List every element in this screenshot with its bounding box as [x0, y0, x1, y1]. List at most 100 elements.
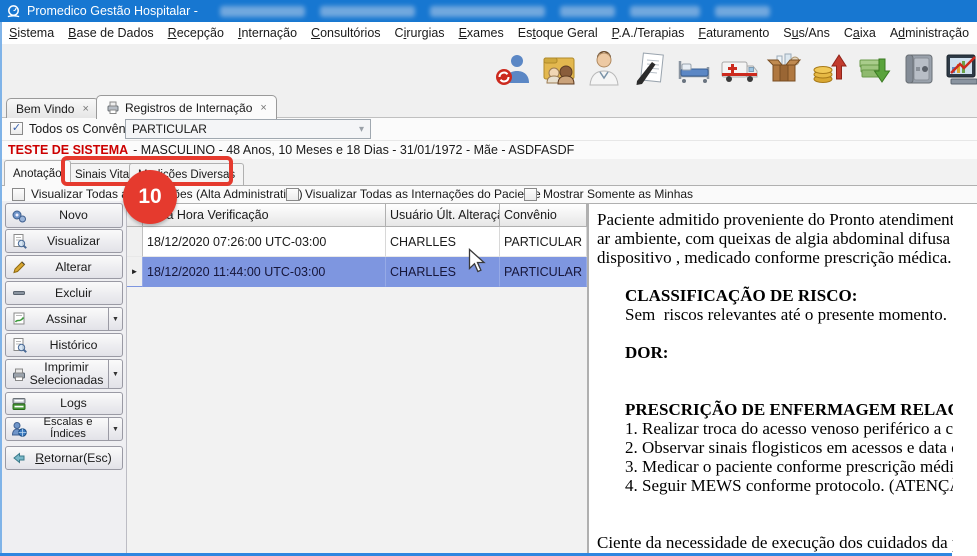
patient-details: - MASCULINO - 48 Anos, 10 Meses e 18 Dia…: [133, 143, 574, 157]
table-row[interactable]: 18/12/2020 07:26:00 UTC-03:00 CHARLLES P…: [127, 227, 587, 257]
doc-line: 1. Realizar troca do acesso venoso perif…: [597, 419, 953, 438]
split-arrow-icon[interactable]: ▼: [108, 418, 122, 440]
patient-name: TESTE DE SISTEMA: [8, 143, 128, 157]
menu-item-pa-terapias[interactable]: P.A./Terapias: [605, 26, 692, 40]
close-icon[interactable]: ×: [260, 102, 266, 114]
tab-bem-vindo[interactable]: Bem Vindo ×: [6, 98, 99, 118]
menu-item-sus-ans[interactable]: Sus/Ans: [776, 26, 837, 40]
doc-line: [597, 267, 953, 286]
row-gutter: [127, 227, 143, 257]
menu-item-sistema[interactable]: Sistema: [2, 26, 61, 40]
menu-item-exames[interactable]: Exames: [452, 26, 511, 40]
document-tab-strip: Bem Vindo × Registros de Internação ×: [0, 95, 977, 118]
prescription-icon[interactable]: [629, 49, 669, 89]
menu-item-administracao[interactable]: Administração: [883, 26, 976, 40]
document-search-icon: [9, 233, 29, 249]
annotation-step-badge: 10: [123, 170, 177, 224]
novo-button[interactable]: Novo: [5, 203, 123, 228]
split-arrow-icon[interactable]: ▼: [108, 360, 122, 388]
terminal-icon[interactable]: [944, 49, 977, 89]
window-title: Promedico Gestão Hospitalar -: [27, 4, 198, 18]
menu-item-consultorios[interactable]: Consultórios: [304, 26, 387, 40]
redacted-title-text: [220, 6, 770, 17]
pencil-icon: [9, 259, 29, 275]
scales-person-icon: [9, 421, 29, 437]
alterar-button[interactable]: Alterar: [5, 255, 123, 279]
retornar-button[interactable]: Retornar(Esc): [5, 446, 123, 470]
doc-line: 4. Seguir MEWS conforme protocolo. (ATEN…: [597, 476, 953, 495]
app-logo-icon: [6, 4, 21, 19]
close-icon[interactable]: ×: [82, 103, 88, 115]
patient-info-bar: TESTE DE SISTEMA - MASCULINO - 48 Anos, …: [0, 140, 977, 159]
printer-icon: [9, 366, 29, 382]
current-row-marker-icon: ►: [131, 267, 139, 276]
column-header-agreement[interactable]: Convênio: [500, 204, 587, 226]
option-only-mine[interactable]: Mostrar Somente as Minhas: [524, 187, 693, 201]
safe-icon[interactable]: [899, 49, 939, 89]
doctor-icon[interactable]: [584, 49, 624, 89]
window-left-border: [0, 22, 2, 556]
imprimir-selecionadas-button[interactable]: Imprimir Selecionadas ▼: [5, 359, 123, 389]
doc-line: [597, 362, 953, 381]
doc-line: Paciente admitido proveniente do Pronto …: [597, 210, 953, 229]
historico-button[interactable]: Histórico: [5, 333, 123, 357]
history-icon: [9, 337, 29, 353]
table-row-selected[interactable]: ► 18/12/2020 11:44:00 UTC-03:00 CHARLLES…: [127, 257, 587, 287]
cell-user[interactable]: CHARLLES: [386, 257, 500, 287]
table-header: Data Hora Verificação Usuário Últ. Alter…: [127, 203, 587, 227]
printer-icon: [106, 101, 120, 114]
supplies-box-icon[interactable]: [764, 49, 804, 89]
patients-folder-icon[interactable]: [539, 49, 579, 89]
promedico-window: Promedico Gestão Hospitalar - Sistema Ba…: [0, 0, 977, 556]
gears-icon: [9, 208, 29, 224]
users-sync-icon[interactable]: [494, 49, 534, 89]
column-header-datetime[interactable]: Data Hora Verificação: [143, 204, 386, 226]
row-gutter: ►: [127, 257, 143, 287]
cell-datetime[interactable]: 18/12/2020 07:26:00 UTC-03:00: [143, 227, 386, 257]
doc-line: [597, 324, 953, 343]
menu-bar: Sistema Base de Dados Recepção Internaçã…: [2, 22, 977, 44]
evolution-text-panel[interactable]: Paciente admitido proveniente do Pronto …: [588, 203, 977, 553]
agreement-dropdown[interactable]: PARTICULAR ▾: [125, 119, 371, 139]
menu-item-cirurgias[interactable]: Cirurgias: [388, 26, 452, 40]
menu-item-base-de-dados[interactable]: Base de Dados: [61, 26, 160, 40]
excluir-button[interactable]: Excluir: [5, 281, 123, 305]
all-agreements-checkbox[interactable]: ✓: [10, 122, 23, 135]
cell-agreement[interactable]: PARTICULAR: [500, 257, 587, 287]
doc-line: Ciente da necessidade de execução dos cu…: [597, 533, 953, 552]
menu-item-caixa[interactable]: Caixa: [837, 26, 883, 40]
title-bar: Promedico Gestão Hospitalar -: [0, 0, 977, 22]
split-arrow-icon[interactable]: ▼: [108, 308, 122, 330]
menu-item-internacao[interactable]: Internação: [231, 26, 304, 40]
signature-icon: [9, 311, 29, 327]
money-out-icon[interactable]: [854, 49, 894, 89]
assinar-button[interactable]: Assinar ▼: [5, 307, 123, 331]
ambulance-icon[interactable]: [719, 49, 759, 89]
minus-icon: [9, 285, 29, 301]
hospital-bed-icon[interactable]: [674, 49, 714, 89]
menu-item-estoque-geral[interactable]: Estoque Geral: [511, 26, 605, 40]
checkbox-icon[interactable]: [286, 188, 299, 201]
menu-item-faturamento[interactable]: Faturamento: [691, 26, 776, 40]
tab-anotacao[interactable]: Anotação: [4, 160, 71, 186]
cell-agreement[interactable]: PARTICULAR: [500, 227, 587, 257]
escalas-e-indices-button[interactable]: Escalas e Índices ▼: [5, 417, 123, 441]
doc-line: 2. Observar sinais flogisticos em acesso…: [597, 438, 953, 457]
menu-item-recepcao[interactable]: Recepção: [161, 26, 231, 40]
visualizar-button[interactable]: Visualizar: [5, 229, 123, 253]
agreement-value: PARTICULAR: [132, 122, 207, 136]
doc-line: [597, 495, 953, 514]
doc-heading: DOR:: [597, 343, 953, 362]
checkbox-icon[interactable]: [12, 188, 25, 201]
cell-user[interactable]: CHARLLES: [386, 227, 500, 257]
option-all-admissions[interactable]: Visualizar Todas as Internações do Pacie…: [286, 187, 541, 201]
money-in-icon[interactable]: [809, 49, 849, 89]
cell-datetime[interactable]: 18/12/2020 11:44:00 UTC-03:00: [143, 257, 386, 287]
tab-label: Registros de Internação: [125, 101, 252, 115]
tab-label: Bem Vindo: [16, 102, 74, 116]
checkbox-icon[interactable]: [524, 188, 537, 201]
column-header-user[interactable]: Usuário Últ. Alteração: [386, 204, 500, 226]
doc-heading: CLASSIFICAÇÃO DE RISCO:: [597, 286, 953, 305]
logs-button[interactable]: Logs: [5, 392, 123, 415]
tab-registros-de-internacao[interactable]: Registros de Internação ×: [96, 95, 277, 119]
